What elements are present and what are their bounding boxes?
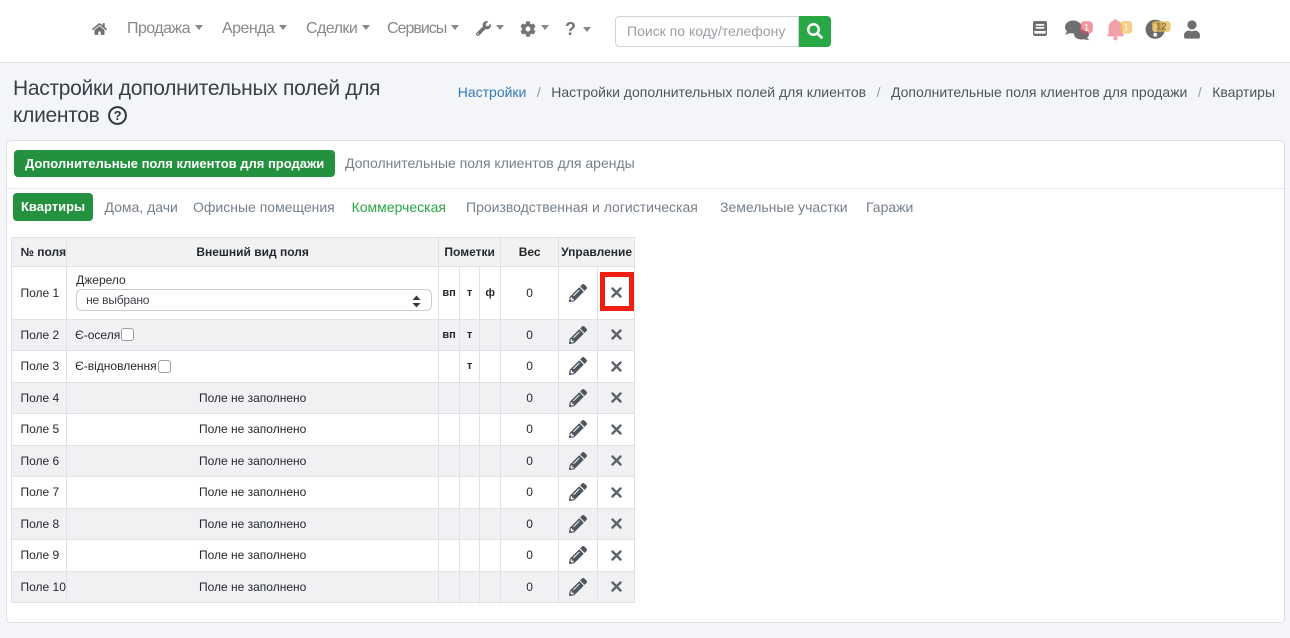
- svg-text:12: 12: [1156, 22, 1167, 33]
- svg-text:1: 1: [1084, 23, 1090, 34]
- svg-text:1: 1: [1123, 23, 1129, 34]
- svg-text:?: ?: [114, 107, 122, 122]
